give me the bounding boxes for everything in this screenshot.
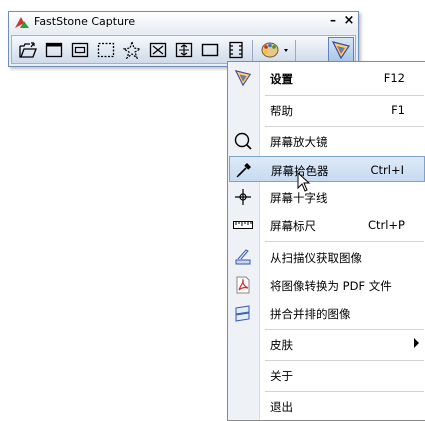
- capture-fixed-region-button[interactable]: [199, 39, 221, 61]
- open-file-icon: [19, 42, 37, 58]
- faststone-logo-icon: [15, 17, 29, 28]
- capture-window-object-button[interactable]: [69, 39, 91, 61]
- menu-item-scanner[interactable]: 从扫描仪获取图像: [229, 244, 425, 270]
- menu-item-label: 将图像转换为 PDF 文件: [270, 279, 392, 293]
- capture-toolbar-window: FastStone Capture – ×: [8, 11, 359, 67]
- capture-freehand-icon: [123, 41, 141, 59]
- open-file-button[interactable]: [17, 39, 39, 61]
- menu-item-label: 从扫描仪获取图像: [270, 251, 362, 265]
- menu-separator: [265, 241, 424, 242]
- app-title: FastStone Capture: [34, 15, 136, 28]
- menu-item-exit[interactable]: 退出: [229, 393, 425, 419]
- menu-item-help[interactable]: 帮助 F1: [229, 97, 425, 123]
- menu-separator: [265, 391, 424, 392]
- capture-active-window-button[interactable]: [43, 39, 65, 61]
- capture-freehand-button[interactable]: [121, 39, 143, 61]
- capture-scrolling-window-button[interactable]: [173, 39, 195, 61]
- menu-item-label: 拼合并排的图像: [270, 307, 351, 321]
- menu-item-label: 帮助: [270, 104, 293, 118]
- screen-recorder-icon: [229, 41, 243, 59]
- menu-item-magnifier[interactable]: 屏幕放大镜: [229, 128, 425, 154]
- submenu-arrow-icon: [414, 338, 419, 348]
- toolbar-separator: [252, 40, 253, 61]
- crosshair-icon: [233, 187, 253, 207]
- capture-tool-bar: [11, 35, 356, 64]
- scanner-icon: [233, 247, 253, 267]
- capture-window-object-icon: [71, 42, 89, 58]
- output-color-palette-button[interactable]: [258, 39, 292, 61]
- combine-images-icon: [233, 303, 253, 323]
- magnifier-icon: [233, 131, 253, 151]
- menu-separator: [265, 360, 424, 361]
- mouse-cursor-icon: [297, 172, 311, 192]
- menu-item-crosshair[interactable]: 屏幕十字线: [229, 184, 425, 210]
- settings-menu-icon: [331, 41, 350, 60]
- toolbar-title-bar[interactable]: FastStone Capture – ×: [9, 12, 358, 33]
- main-menu-button[interactable]: [328, 37, 354, 63]
- output-color-palette-icon: [261, 42, 288, 58]
- menu-item-label: 屏幕标尺: [270, 219, 316, 233]
- capture-fullscreen-button[interactable]: [147, 39, 169, 61]
- main-context-menu: 设置 F12 帮助 F1 屏幕放大镜 屏幕拾色器 Ctrl+I 屏幕十字线 屏幕…: [227, 61, 425, 421]
- menu-item-label: 皮肤: [270, 338, 293, 352]
- color-picker-icon: [234, 160, 254, 180]
- close-button[interactable]: ×: [343, 13, 355, 28]
- settings-icon: [233, 68, 253, 88]
- screen-recorder-button[interactable]: [225, 39, 247, 61]
- menu-item-skins[interactable]: 皮肤: [229, 331, 425, 357]
- menu-item-shortcut: F1: [391, 103, 405, 117]
- capture-scrolling-window-icon: [175, 42, 193, 58]
- menu-item-label: 关于: [270, 369, 293, 383]
- menu-item-label: 设置: [270, 72, 293, 86]
- menu-separator: [265, 126, 424, 127]
- menu-item-about[interactable]: 关于: [229, 362, 425, 388]
- capture-rectangle-button[interactable]: [95, 39, 117, 61]
- minimize-button[interactable]: –: [327, 13, 339, 27]
- menu-separator: [265, 95, 424, 96]
- pdf-icon: [233, 275, 253, 295]
- menu-item-shortcut: Ctrl+P: [367, 218, 405, 232]
- menu-item-label: 屏幕放大镜: [270, 135, 328, 149]
- menu-item-convert-pdf[interactable]: 将图像转换为 PDF 文件: [229, 272, 425, 298]
- toolbar-separator: [295, 40, 296, 61]
- capture-fixed-region-icon: [201, 43, 219, 57]
- capture-rectangle-icon: [97, 42, 115, 58]
- capture-fullscreen-icon: [149, 42, 167, 58]
- ruler-icon: [233, 215, 253, 235]
- menu-item-label: 屏幕十字线: [270, 191, 328, 205]
- menu-item-ruler[interactable]: 屏幕标尺 Ctrl+P: [229, 212, 425, 238]
- menu-item-label: 退出: [270, 400, 293, 414]
- menu-item-shortcut: F12: [383, 71, 405, 85]
- menu-item-settings[interactable]: 设置 F12: [229, 65, 425, 91]
- menu-item-color-picker[interactable]: 屏幕拾色器 Ctrl+I: [229, 156, 425, 182]
- menu-item-shortcut: Ctrl+I: [370, 163, 405, 177]
- capture-active-window-icon: [45, 42, 63, 58]
- menu-separator: [265, 329, 424, 330]
- menu-item-combine-images[interactable]: 拼合并排的图像: [229, 300, 425, 326]
